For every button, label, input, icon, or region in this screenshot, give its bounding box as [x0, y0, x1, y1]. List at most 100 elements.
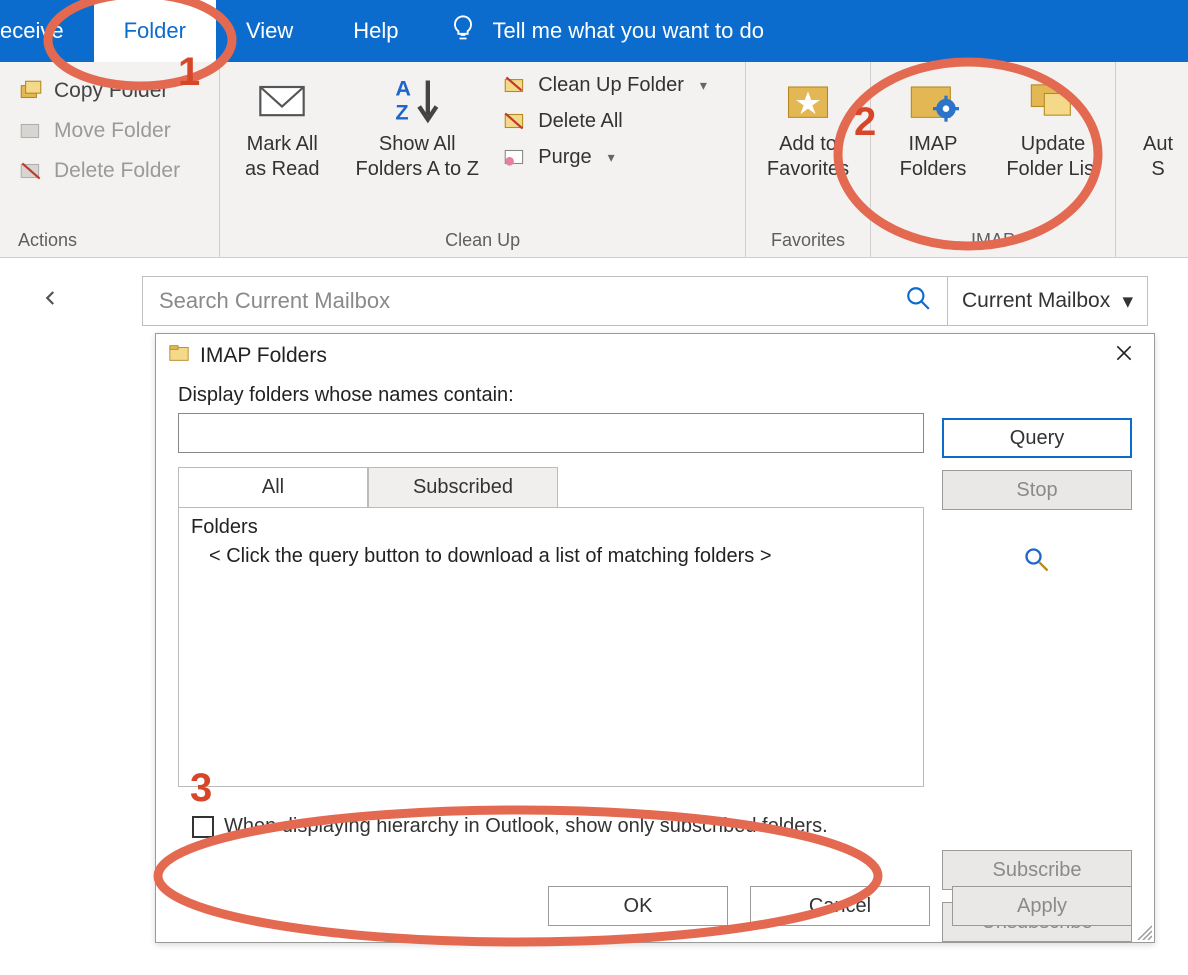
- show-all-folders-a-z-button[interactable]: A Z Show All Folders A to Z: [352, 70, 482, 182]
- button-label-line1: Aut: [1143, 132, 1173, 157]
- search-row: Search Current Mailbox Current Mailbox ▾: [0, 258, 1188, 326]
- apply-button[interactable]: Apply: [952, 886, 1132, 926]
- tab-label: Folder: [124, 18, 186, 44]
- folder-gear-icon: [907, 74, 959, 126]
- button-label-line1: Mark All: [247, 132, 318, 157]
- button-label-line2: Folder List: [1006, 157, 1099, 182]
- copy-folder-icon: [18, 78, 44, 104]
- tab-help[interactable]: Help: [323, 0, 428, 62]
- tab-folder[interactable]: Folder: [94, 0, 216, 62]
- group-label-cleanup: Clean Up: [220, 226, 745, 257]
- collapse-chevron-icon[interactable]: [8, 289, 68, 313]
- svg-text:A: A: [396, 76, 412, 101]
- content-area: Search Current Mailbox Current Mailbox ▾…: [0, 258, 1188, 975]
- button-label: Delete Folder: [54, 159, 180, 183]
- tab-view[interactable]: View: [216, 0, 323, 62]
- button-label: Query: [1010, 427, 1064, 450]
- lightbulb-icon: [449, 14, 477, 48]
- button-label: Move Folder: [54, 119, 171, 143]
- folders-listbox[interactable]: Folders < Click the query button to down…: [178, 507, 924, 787]
- button-label-line1: Add to: [779, 132, 837, 157]
- subscribe-button[interactable]: Subscribe: [942, 850, 1132, 890]
- folders-hint: < Click the query button to download a l…: [191, 539, 911, 568]
- ribbon-body: Copy Folder Move Folder Delete Folder Ac…: [0, 62, 1188, 258]
- button-label: Stop: [1016, 479, 1057, 502]
- button-label-line2: Folders A to Z: [356, 157, 479, 182]
- stop-button[interactable]: Stop: [942, 470, 1132, 510]
- dialog-title: IMAP Folders: [200, 344, 327, 368]
- button-label-line1: Show All: [379, 132, 456, 157]
- button-label: Apply: [1017, 895, 1067, 918]
- group-label-imap: IMAP: [871, 226, 1115, 257]
- query-button[interactable]: Query: [942, 418, 1132, 458]
- tab-send-receive[interactable]: eceive: [0, 0, 94, 62]
- move-folder-button[interactable]: Move Folder: [12, 114, 186, 148]
- button-label: Cancel: [809, 895, 871, 918]
- copy-folder-button[interactable]: Copy Folder: [12, 74, 186, 108]
- purge-button[interactable]: Purge ▾: [502, 144, 707, 170]
- clean-folder-icon: [502, 72, 528, 98]
- resize-grip-icon[interactable]: [1134, 922, 1152, 940]
- dialog-tab-subscribed[interactable]: Subscribed: [368, 467, 558, 507]
- delete-folder-button[interactable]: Delete Folder: [12, 154, 186, 188]
- search-placeholder: Search Current Mailbox: [159, 288, 390, 314]
- group-label-actions: Actions: [0, 226, 219, 257]
- button-label-line2: S: [1151, 157, 1164, 182]
- ribbon-tab-strip: eceive Folder View Help Tell me what you…: [0, 0, 1188, 62]
- dropdown-caret-icon: ▾: [694, 77, 707, 94]
- tell-me-search[interactable]: Tell me what you want to do: [429, 0, 764, 62]
- button-label: Clean Up Folder: [538, 74, 684, 97]
- button-label-line2: Folders: [900, 157, 967, 182]
- tell-me-label: Tell me what you want to do: [493, 18, 764, 44]
- dialog-tab-all[interactable]: All: [178, 467, 368, 507]
- imap-folders-button[interactable]: IMAP Folders: [883, 70, 983, 182]
- folders-stack-icon: [1027, 74, 1079, 126]
- sort-az-icon: A Z: [391, 74, 443, 126]
- dropdown-caret-icon: ▾: [1122, 289, 1133, 314]
- update-folder-list-button[interactable]: Update Folder List: [1003, 70, 1103, 182]
- dropdown-caret-icon: ▾: [602, 149, 615, 166]
- tab-label: All: [262, 476, 284, 499]
- delete-all-button[interactable]: Delete All: [502, 108, 707, 134]
- purge-icon: [502, 144, 528, 170]
- show-only-subscribed-checkbox[interactable]: [192, 816, 214, 838]
- scope-label: Current Mailbox: [962, 289, 1110, 313]
- tab-label: eceive: [0, 18, 64, 44]
- search-scope-dropdown[interactable]: Current Mailbox ▾: [948, 276, 1148, 326]
- search-icon[interactable]: [905, 285, 931, 317]
- magnifier-icon: [1023, 546, 1051, 579]
- group-label-empty: [1116, 226, 1188, 257]
- filter-label: Display folders whose names contain:: [178, 384, 924, 407]
- button-label-line1: Update: [1021, 132, 1086, 157]
- search-input[interactable]: Search Current Mailbox: [142, 276, 948, 326]
- star-folder-icon: [782, 74, 834, 126]
- delete-folder-icon: [18, 158, 44, 184]
- tab-label: View: [246, 18, 293, 44]
- folder-icon: [168, 342, 190, 370]
- filter-input[interactable]: [178, 413, 924, 453]
- button-label: Delete All: [538, 110, 623, 133]
- clean-up-folder-button[interactable]: Clean Up Folder ▾: [502, 72, 707, 98]
- folders-header: Folders: [191, 516, 911, 539]
- button-label-line2: Favorites: [767, 157, 849, 182]
- autoarchive-button-partial[interactable]: Aut S: [1128, 70, 1188, 182]
- envelope-icon: [256, 74, 308, 126]
- delete-all-icon: [502, 108, 528, 134]
- mark-all-as-read-button[interactable]: Mark All as Read: [232, 70, 332, 182]
- dialog-titlebar[interactable]: IMAP Folders: [156, 334, 1154, 378]
- checkbox-label: When displaying hierarchy in Outlook, sh…: [224, 815, 828, 838]
- ok-button[interactable]: OK: [548, 886, 728, 926]
- move-folder-icon: [18, 118, 44, 144]
- svg-text:Z: Z: [396, 100, 409, 125]
- close-button[interactable]: [1106, 338, 1142, 374]
- cancel-button[interactable]: Cancel: [750, 886, 930, 926]
- button-label-line2: as Read: [245, 157, 320, 182]
- button-label: OK: [624, 895, 653, 918]
- button-label: Subscribe: [993, 859, 1082, 882]
- add-to-favorites-button[interactable]: Add to Favorites: [758, 70, 858, 182]
- tab-label: Subscribed: [413, 476, 513, 499]
- group-label-favorites: Favorites: [746, 226, 870, 257]
- button-label: Purge: [538, 146, 591, 169]
- imap-folders-dialog: IMAP Folders Display folders whose names…: [155, 333, 1155, 943]
- button-label-line1: IMAP: [909, 132, 958, 157]
